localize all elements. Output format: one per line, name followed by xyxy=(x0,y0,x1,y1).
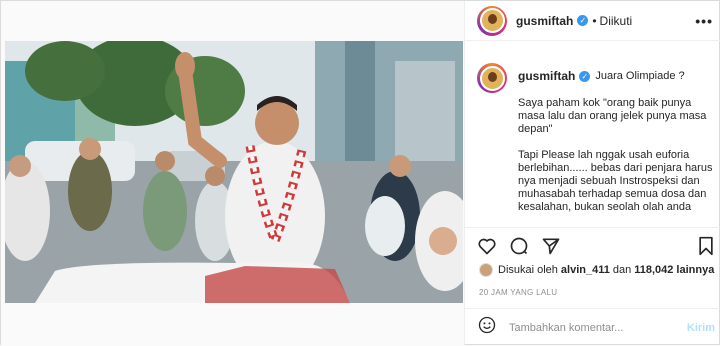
likes-prefix: Disukai oleh xyxy=(498,264,558,276)
likes-summary: Disukai oleh alvin_411 dan 118,042 lainn… xyxy=(479,263,717,277)
share-icon[interactable] xyxy=(541,236,561,261)
post-header: gusmiftah ✓ • Diikuti ••• xyxy=(465,1,720,41)
avatar[interactable] xyxy=(477,5,507,36)
follow-button[interactable]: Diikuti xyxy=(600,14,633,28)
post-media xyxy=(1,1,465,346)
comment-icon[interactable] xyxy=(509,236,529,261)
verified-icon: ✓ xyxy=(577,15,589,26)
comment-input[interactable]: Tambahkan komentar... xyxy=(509,322,687,334)
caption-username[interactable]: gusmiftah xyxy=(518,69,575,83)
action-bar xyxy=(465,227,720,257)
likes-count[interactable]: 118,042 lainnya xyxy=(634,264,714,276)
post-timestamp[interactable]: 20 JAM YANG LALU xyxy=(479,288,557,297)
post-sidebar: gusmiftah ✓ • Diikuti ••• gusmiftah ✓ Ju… xyxy=(465,1,720,346)
likes-joiner: dan xyxy=(612,264,632,276)
liker-avatar[interactable] xyxy=(479,263,493,277)
instagram-post-window: gusmiftah ✓ • Diikuti ••• gusmiftah ✓ Ju… xyxy=(0,0,720,346)
emoji-icon[interactable] xyxy=(477,315,497,340)
post-photo[interactable] xyxy=(5,41,463,303)
bookmark-icon[interactable] xyxy=(697,236,715,261)
verified-icon: ✓ xyxy=(579,70,591,82)
caption-avatar[interactable] xyxy=(477,63,507,93)
more-icon[interactable]: ••• xyxy=(695,13,713,29)
header-username[interactable]: gusmiftah xyxy=(516,14,573,28)
liker-username[interactable]: alvin_411 xyxy=(561,264,610,276)
comment-box: Tambahkan komentar... Kirim xyxy=(465,308,720,346)
caption-text: Saya paham kok "orang baik punya masa la… xyxy=(518,97,713,213)
caption-title: Juara Olimpiade ? xyxy=(595,70,685,82)
heart-icon[interactable] xyxy=(477,236,497,261)
post-comment-button[interactable]: Kirim xyxy=(687,322,715,334)
follow-separator: • xyxy=(592,13,597,28)
caption: gusmiftah ✓ Juara Olimpiade ? Saya paham… xyxy=(477,63,713,214)
